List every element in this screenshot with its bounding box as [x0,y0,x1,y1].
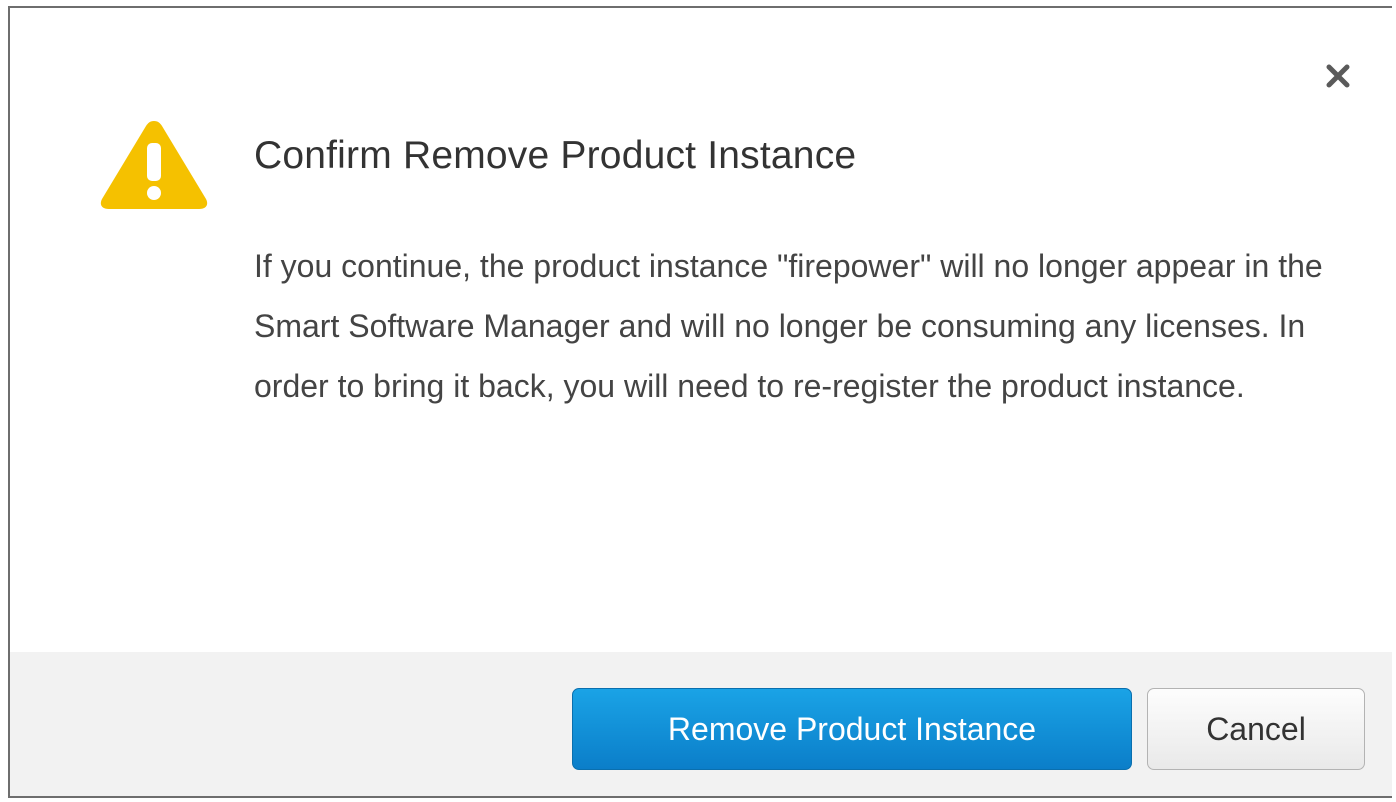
confirm-remove-dialog: Confirm Remove Product Instance If you c… [8,6,1392,798]
dialog-footer: Remove Product Instance Cancel [10,652,1392,796]
close-icon [1326,64,1350,88]
dialog-title: Confirm Remove Product Instance [254,134,857,177]
remove-product-instance-button[interactable]: Remove Product Instance [572,688,1132,770]
dialog-message: If you continue, the product instance "f… [254,248,1323,404]
cancel-button[interactable]: Cancel [1147,688,1365,770]
close-button[interactable] [1316,54,1360,98]
warning-triangle-icon [100,121,208,209]
